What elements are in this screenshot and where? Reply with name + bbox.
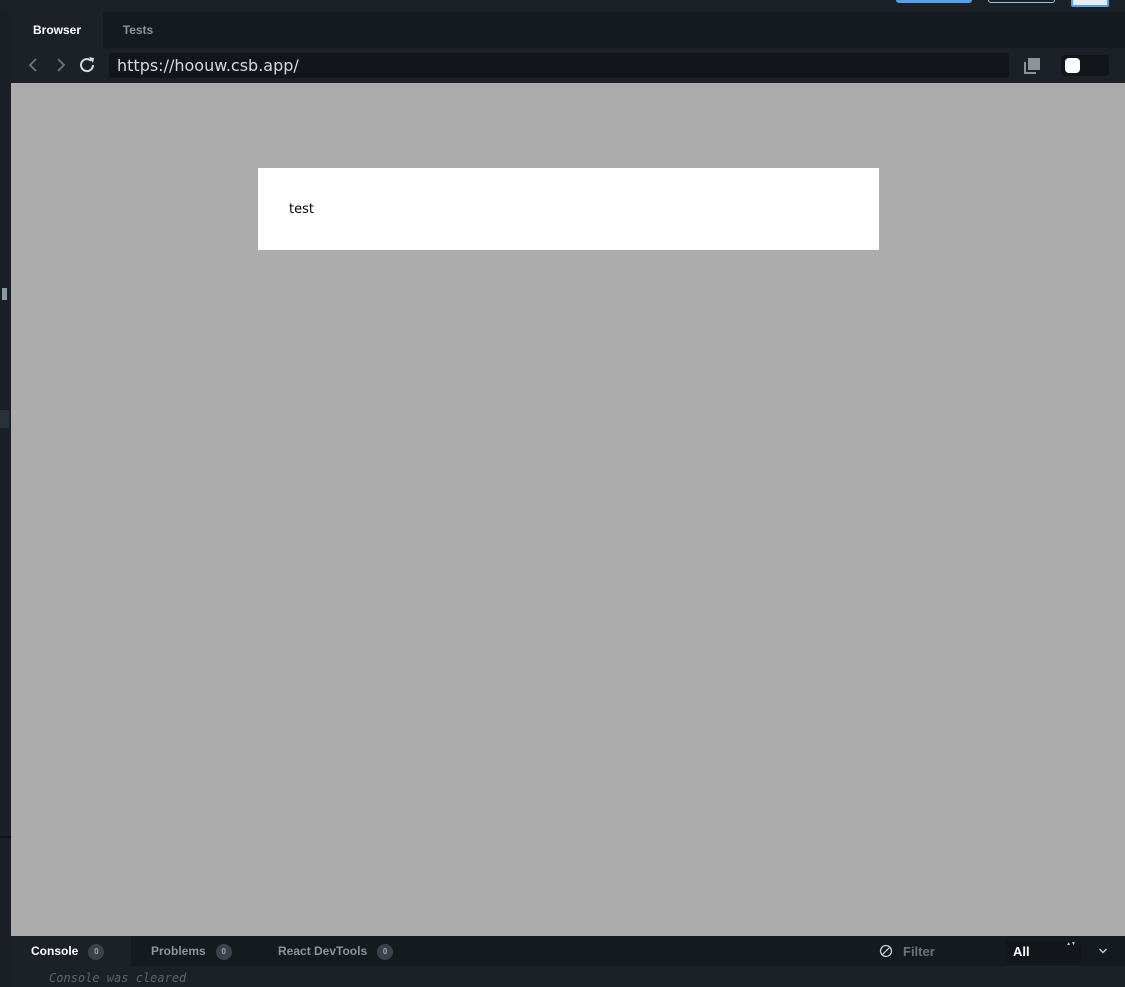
tab-react-devtools-label: React DevTools [278,944,368,958]
top-toolbar-strip [0,0,1125,12]
edge-divider [0,836,11,838]
top-secondary-button[interactable] [988,0,1055,3]
preview-tab-bar: Browser Tests [11,12,1125,48]
tab-tests[interactable]: Tests [103,12,173,48]
collapse-console-button[interactable] [1096,944,1110,958]
reload-icon [80,57,95,73]
filter-input[interactable] [901,940,1001,962]
copy-url-button[interactable] [1022,56,1042,76]
chevron-down-icon [1099,948,1107,954]
console-output: Console was cleared [11,966,1125,987]
edge-marker [0,410,9,428]
tab-problems[interactable]: Problems 0 [131,936,255,966]
console-message: Console was cleared [49,971,187,985]
back-button[interactable] [23,54,45,76]
browser-nav-bar: https://hoouw.csb.app/ [11,48,1125,83]
forward-button[interactable] [49,54,71,76]
tab-console-label: Console [31,944,79,958]
toggle-knob [1065,58,1080,73]
problems-count-badge: 0 [215,943,232,960]
top-primary-button[interactable] [896,0,972,3]
scroll-marker[interactable] [2,288,7,300]
log-level-value: All [1013,944,1030,959]
clear-icon [879,944,893,958]
tab-problems-label: Problems [151,944,206,958]
reload-button[interactable] [76,54,98,76]
console-tab-bar: Console 0 Problems 0 React DevTools 0 All ▲… [11,936,1125,966]
left-editor-edge [0,12,11,987]
tab-console[interactable]: Console 0 [11,936,131,966]
clear-console-button[interactable] [879,944,893,958]
log-level-select[interactable]: All ▲▼ [1006,941,1081,962]
react-devtools-count-badge: 0 [377,943,394,960]
forward-arrow-icon [57,58,66,72]
card-text: test [289,202,314,217]
top-layout-button[interactable] [1071,0,1109,7]
preview-viewport: test [11,83,1125,936]
console-count-badge: 0 [88,943,105,960]
preview-toggle[interactable] [1061,55,1109,76]
url-input[interactable]: https://hoouw.csb.app/ [109,53,1009,78]
preview-card: test [258,168,879,250]
tab-react-devtools[interactable]: React DevTools 0 [259,936,409,966]
tab-browser[interactable]: Browser [11,12,103,48]
back-arrow-icon [28,58,37,72]
copy-icon [1024,58,1040,74]
select-arrows-icon: ▲▼ [1066,941,1076,947]
